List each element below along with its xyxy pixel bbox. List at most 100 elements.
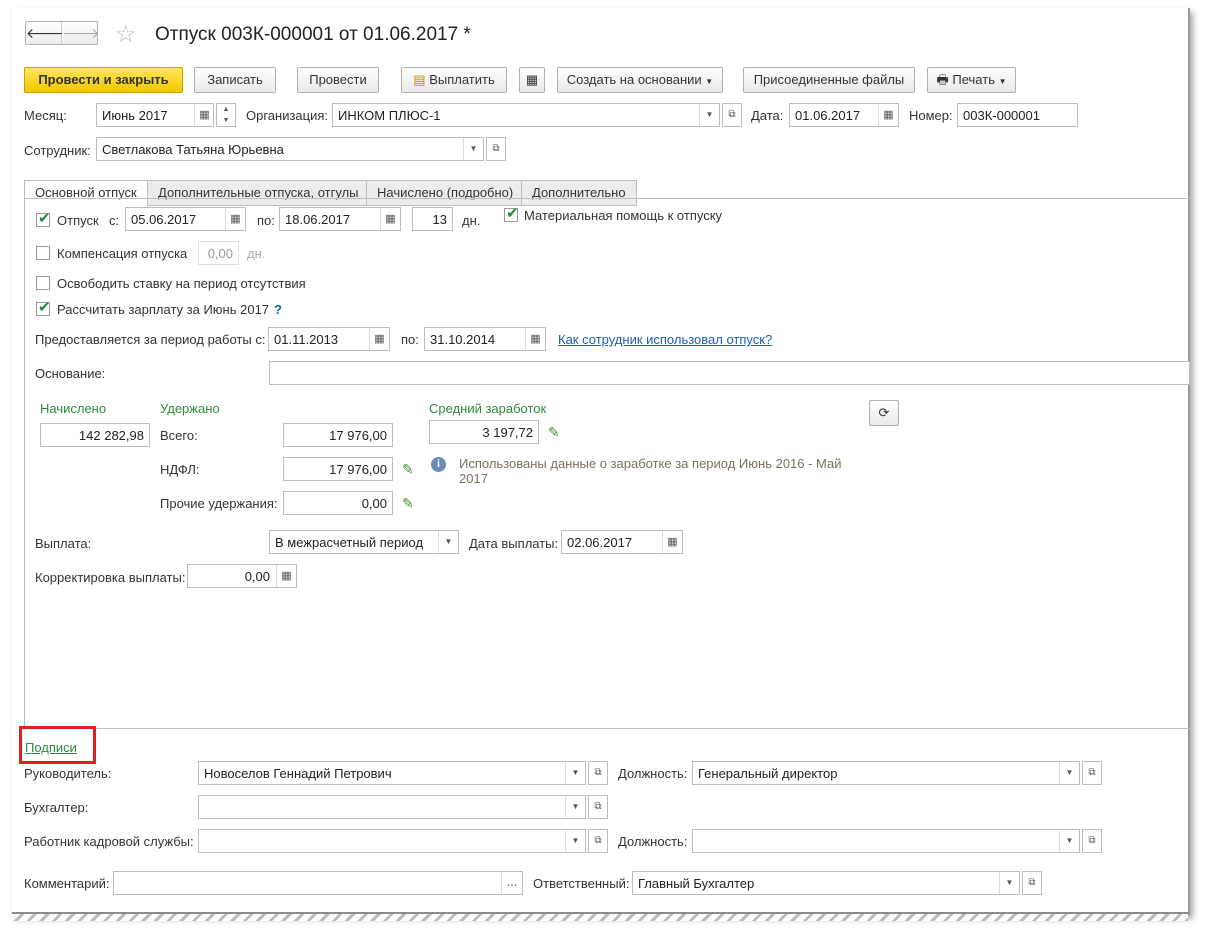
chevron-down-icon[interactable]: ▼	[1059, 830, 1079, 852]
open-hr-position-button[interactable]: ⧉	[1082, 829, 1102, 853]
calc-salary-checkbox[interactable]	[36, 298, 51, 316]
refresh-icon: ⟳	[878, 405, 890, 420]
period-label: Предоставляется за период работы с:	[35, 332, 266, 347]
pay-icon: ▤	[413, 72, 426, 87]
pay-button[interactable]: ▤ Выплатить	[401, 67, 507, 93]
chevron-down-icon[interactable]: ▼	[565, 762, 585, 784]
chevron-down-icon[interactable]: ▼	[438, 531, 458, 553]
compensation-label: Компенсация отпуска	[57, 246, 188, 261]
calculator-icon[interactable]: ▦	[276, 565, 296, 587]
avg-earnings-label: Средний заработок	[429, 401, 547, 416]
create-based-label: Создать на основании	[566, 72, 702, 87]
month-spinner[interactable]: ▲ ▼	[216, 103, 236, 127]
signatures-link[interactable]: Подписи	[25, 740, 77, 755]
free-rate-checkbox[interactable]	[36, 276, 50, 290]
material-help-label: Материальная помощь к отпуску	[524, 208, 723, 223]
compensation-days-field[interactable]: 0,00	[198, 241, 239, 265]
pencil-icon[interactable]: ✎	[402, 461, 414, 478]
payment-label: Выплата:	[35, 536, 92, 551]
days-unit-label: дн.	[462, 213, 481, 228]
open-head-button[interactable]: ⧉	[588, 761, 608, 785]
adjustment-label: Корректировка выплаты:	[35, 570, 186, 585]
chevron-down-icon[interactable]: ▼	[565, 830, 585, 852]
vacation-to-label: по:	[257, 213, 275, 228]
calendar-icon[interactable]: ▦	[662, 531, 682, 553]
hr-field[interactable]	[198, 829, 586, 853]
save-button[interactable]: Записать	[194, 67, 276, 93]
help-icon[interactable]: ?	[274, 302, 282, 317]
other-withholdings-field[interactable]: 0,00	[283, 491, 393, 515]
comment-label: Комментарий:	[24, 876, 110, 891]
basis-label: Основание:	[35, 366, 106, 381]
accrued-label: Начислено	[40, 401, 107, 416]
chevron-down-icon: ▼	[998, 77, 1007, 86]
ndfl-label: НДФЛ:	[160, 462, 200, 477]
other-withholdings-label: Прочие удержания:	[160, 496, 278, 511]
accountant-field[interactable]	[198, 795, 586, 819]
vacation-usage-link[interactable]: Как сотрудник использовал отпуск?	[558, 332, 772, 347]
post-button[interactable]: Провести	[297, 67, 379, 93]
head-field[interactable]: Новоселов Геннадий Петрович	[198, 761, 586, 785]
comment-field[interactable]	[113, 871, 523, 895]
accrued-field[interactable]: 142 282,98	[40, 423, 150, 447]
create-based-on-button[interactable]: Создать на основании ▼	[557, 67, 723, 93]
back-arrow-icon[interactable]: 🡐	[26, 22, 64, 44]
post-and-close-button[interactable]: Провести и закрыть	[24, 67, 183, 93]
number-field[interactable]: 003К-000001	[957, 103, 1078, 127]
payment-field[interactable]: В межрасчетный период	[269, 530, 459, 554]
earnings-info-text: Использованы данные о заработке за перио…	[459, 456, 842, 486]
refresh-button[interactable]: ⟳	[869, 400, 899, 426]
chevron-down-icon: ▼	[705, 77, 714, 86]
calendar-icon[interactable]: ▦	[525, 328, 545, 350]
calendar-icon[interactable]: ▦	[380, 208, 400, 230]
open-head-position-button[interactable]: ⧉	[1082, 761, 1102, 785]
number-label: Номер:	[909, 108, 953, 123]
open-employee-button[interactable]: ⧉	[486, 137, 506, 161]
printer-icon: 🖶	[936, 72, 949, 87]
material-help-checkbox[interactable]	[504, 204, 519, 222]
pencil-icon[interactable]: ✎	[402, 495, 414, 512]
compensation-checkbox[interactable]	[36, 246, 50, 260]
document-window: 🡐 🡒 ☆ Отпуск 003К-000001 от 01.06.2017 *…	[12, 8, 1190, 921]
employee-field[interactable]: Светлакова Татьяна Юрьевна	[96, 137, 484, 161]
forward-arrow-icon[interactable]: 🡒	[62, 22, 100, 44]
chevron-down-icon[interactable]: ▼	[565, 796, 585, 818]
open-responsible-button[interactable]: ⧉	[1022, 871, 1042, 895]
print-button[interactable]: 🖶 Печать ▼	[927, 67, 1016, 93]
org-label: Организация:	[246, 108, 329, 123]
ledger-button[interactable]: ▦	[519, 67, 545, 93]
ndfl-field[interactable]: 17 976,00	[283, 457, 393, 481]
month-label: Месяц:	[24, 108, 67, 123]
open-accountant-button[interactable]: ⧉	[588, 795, 608, 819]
open-org-button[interactable]: ⧉	[722, 103, 742, 127]
window-title: Отпуск 003К-000001 от 01.06.2017 *	[155, 24, 471, 45]
chevron-down-icon[interactable]: ▼	[699, 104, 719, 126]
compensation-unit-label: дн.	[247, 246, 266, 261]
ellipsis-button[interactable]: ...	[501, 872, 522, 894]
calendar-icon[interactable]: ▦	[225, 208, 245, 230]
chevron-down-icon[interactable]: ▼	[1059, 762, 1079, 784]
vacation-days-field[interactable]: 13	[412, 207, 453, 231]
pencil-icon[interactable]: ✎	[548, 424, 560, 441]
org-field[interactable]: ИНКОМ ПЛЮС-1	[332, 103, 720, 127]
favorite-star-icon[interactable]: ☆	[115, 20, 137, 49]
paydate-label: Дата выплаты:	[469, 536, 559, 551]
accountant-label: Бухгалтер:	[24, 800, 89, 815]
hr-position-label: Должность:	[618, 834, 688, 849]
avg-earnings-field[interactable]: 3 197,72	[429, 420, 539, 444]
attached-files-button[interactable]: Присоединенные файлы	[743, 67, 915, 93]
ledger-icon: ▦	[525, 72, 539, 87]
calendar-icon[interactable]: ▦	[878, 104, 898, 126]
calendar-icon[interactable]: ▦	[369, 328, 389, 350]
responsible-field[interactable]: Главный Бухгалтер	[632, 871, 1020, 895]
chevron-down-icon[interactable]: ▼	[999, 872, 1019, 894]
total-label: Всего:	[160, 428, 198, 443]
basis-field[interactable]	[269, 361, 1190, 385]
chevron-down-icon[interactable]: ▼	[463, 138, 483, 160]
hr-position-field[interactable]	[692, 829, 1080, 853]
vacation-checkbox[interactable]	[36, 209, 51, 227]
head-position-field[interactable]: Генеральный директор	[692, 761, 1080, 785]
total-withheld-field[interactable]: 17 976,00	[283, 423, 393, 447]
open-hr-button[interactable]: ⧉	[588, 829, 608, 853]
calendar-icon[interactable]: ▦	[194, 104, 214, 126]
